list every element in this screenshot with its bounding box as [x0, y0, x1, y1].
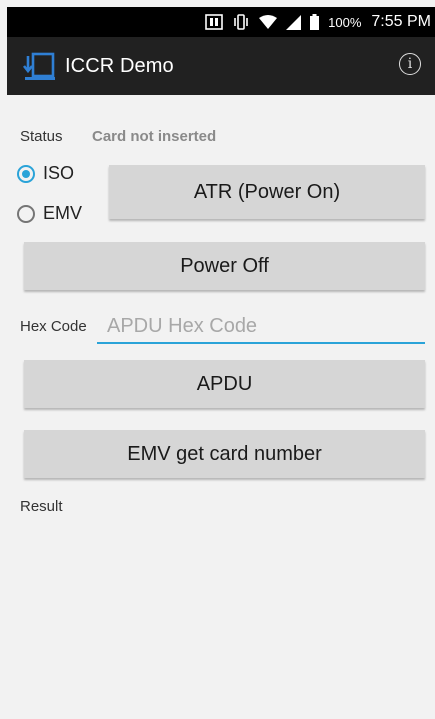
- apdu-hex-input[interactable]: [97, 310, 425, 344]
- atr-power-on-button[interactable]: ATR (Power On): [109, 165, 425, 219]
- vibrate-icon: [232, 14, 250, 30]
- card-reader-icon: [21, 48, 57, 84]
- clock: 7:55 PM: [371, 13, 431, 30]
- hex-code-label: Hex Code: [20, 318, 87, 335]
- app-title: ICCR Demo: [65, 54, 174, 77]
- status-bar: 100% 7:55 PM: [7, 7, 435, 37]
- radio-emv-label: EMV: [43, 203, 83, 223]
- signal-icon: [286, 14, 302, 30]
- radio-emv-indicator: [17, 204, 35, 223]
- emv-get-card-number-button[interactable]: EMV get card number: [24, 430, 425, 478]
- power-off-button[interactable]: Power Off: [24, 242, 425, 290]
- radio-iso-label: ISO: [43, 163, 75, 183]
- radio-iso-indicator: [17, 164, 35, 183]
- battery-icon: [310, 14, 320, 30]
- radio-emv[interactable]: EMV: [17, 203, 82, 224]
- battery-percent: 100%: [328, 14, 362, 30]
- result-label: Result: [20, 498, 63, 515]
- wifi-icon: [259, 14, 278, 30]
- radio-iso[interactable]: ISO: [17, 163, 74, 184]
- app-bar: ICCR Demo i: [7, 37, 435, 95]
- status-value: Card not inserted: [92, 128, 217, 145]
- nfc-icon: [205, 14, 223, 30]
- apdu-button[interactable]: APDU: [24, 360, 425, 408]
- status-label: Status: [20, 128, 63, 145]
- info-icon[interactable]: i: [399, 53, 421, 75]
